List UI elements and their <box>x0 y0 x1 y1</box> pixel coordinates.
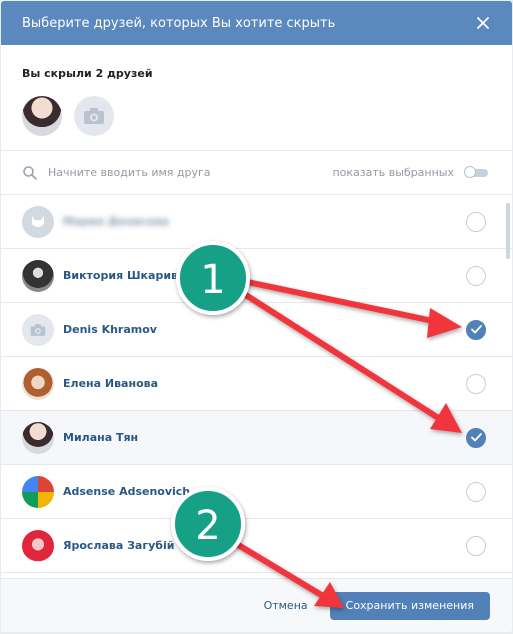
friend-row[interactable]: Мария Денисова <box>1 195 512 249</box>
scrollbar[interactable] <box>506 203 510 259</box>
friend-row[interactable]: Елена Иванова <box>1 357 512 411</box>
avatar <box>22 367 54 400</box>
hidden-friends-section: Вы скрыли 2 друзей <box>1 45 512 151</box>
save-changes-button[interactable]: Сохранить изменения <box>329 591 490 620</box>
friend-row[interactable]: Adsense Adsenovich <box>1 465 512 519</box>
unchecked-radio-icon[interactable] <box>466 481 486 502</box>
dialog-header: Выберите друзей, которых Вы хотите скрыт… <box>1 1 512 45</box>
hidden-avatars <box>22 96 512 136</box>
friend-name: Милана Тян <box>63 431 139 444</box>
cancel-button[interactable]: Отмена <box>264 599 308 612</box>
friend-row[interactable]: Милана Тян <box>1 411 512 465</box>
checked-radio-icon[interactable] <box>466 319 486 340</box>
checked-radio-icon[interactable] <box>466 427 486 448</box>
show-selected-toggle[interactable] <box>464 165 490 179</box>
vk-dog-avatar-icon <box>22 205 54 238</box>
unchecked-radio-icon[interactable] <box>466 373 486 394</box>
dialog-title: Выберите друзей, которых Вы хотите скрыт… <box>22 15 336 31</box>
dialog-footer: Отмена Сохранить изменения <box>1 578 512 632</box>
friend-name: Мария Денисова <box>63 215 169 228</box>
hide-friends-dialog: Выберите друзей, которых Вы хотите скрыт… <box>1 1 512 632</box>
friend-name: Ярослава Загубій <box>63 539 175 552</box>
friend-name: Adsense Adsenovich <box>63 485 191 498</box>
camera-avatar-icon <box>22 313 54 346</box>
camera-avatar-icon[interactable] <box>74 96 114 136</box>
unchecked-radio-icon[interactable] <box>466 535 486 556</box>
avatar[interactable] <box>22 96 62 136</box>
search-input[interactable] <box>48 166 333 179</box>
unchecked-radio-icon[interactable] <box>466 211 486 232</box>
friend-name: Елена Иванова <box>63 377 159 390</box>
close-icon[interactable] <box>471 11 495 35</box>
avatar <box>22 259 54 292</box>
friend-row[interactable]: Ярослава Загубій <box>1 519 512 573</box>
unchecked-radio-icon[interactable] <box>466 265 486 286</box>
friend-name: Виктория Шкаривская <box>63 269 207 282</box>
search-row: показать выбранных <box>1 151 512 195</box>
friend-name: Denis Khramov <box>63 323 157 336</box>
avatar <box>22 529 54 562</box>
friend-list[interactable]: Мария Денисова Виктория Шкаривская Denis K… <box>1 195 512 578</box>
friend-row[interactable]: Виктория Шкаривская <box>1 249 512 303</box>
avatar <box>22 421 54 454</box>
hidden-count-label: Вы скрыли 2 друзей <box>22 67 153 80</box>
avatar <box>22 475 54 508</box>
search-icon <box>23 165 37 180</box>
show-selected-label: показать выбранных <box>332 166 454 179</box>
friend-row[interactable]: Denis Khramov <box>1 303 512 357</box>
